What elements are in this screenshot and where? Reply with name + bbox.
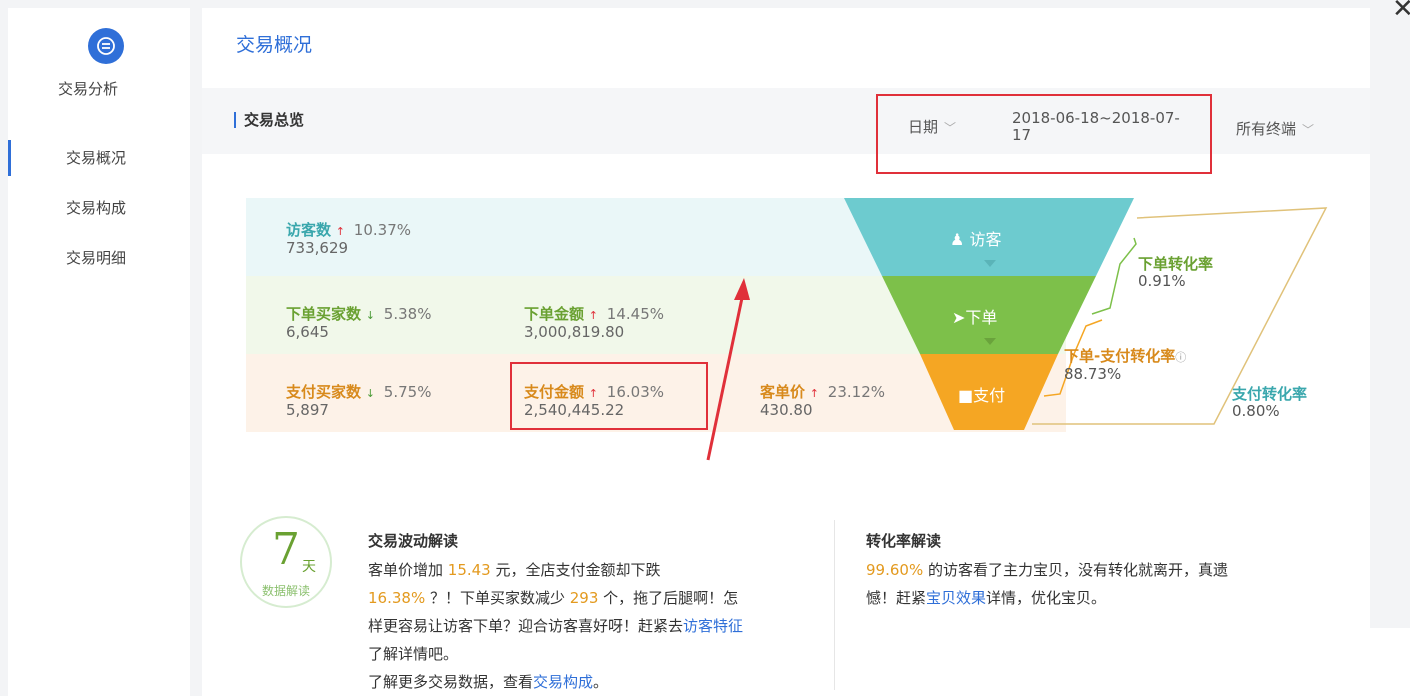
funnel-graphic <box>706 198 1328 461</box>
visitor-leave-rate: 99.60% <box>866 561 924 579</box>
fluctuation-title: 交易波动解读 <box>368 532 459 550</box>
red-arrow-line <box>706 297 744 461</box>
red-arrow-head <box>734 278 750 300</box>
text: 客单价增加 <box>368 561 448 579</box>
pay-amount-decline: 16.38% <box>368 589 426 607</box>
badge-text: 数据解读 <box>261 584 310 598</box>
fluct-line-1: 客单价增加 15.43 元，全店支付金额却下跌 <box>368 556 828 584</box>
rate-value: 88.73% <box>1064 365 1122 383</box>
funnel-stage-label: 支付 <box>973 386 1006 405</box>
funnel-stage-label: 访客 <box>969 230 1002 249</box>
item-effect-link[interactable]: 宝贝效果 <box>926 589 986 607</box>
pay-rate[interactable]: 支付转化率 0.80% <box>1232 386 1307 420</box>
hammer-icon: ➤ <box>952 308 966 327</box>
text: 。 <box>593 673 609 691</box>
rate-name: 下单转化率 <box>1138 255 1214 273</box>
page-background-patch <box>1370 628 1410 696</box>
sidebar-item-label: 交易构成 <box>66 199 127 217</box>
sidebar: 交易分析 交易概况 交易构成 交易明细 <box>8 8 190 696</box>
funnel-label-order: ➤下单 <box>952 304 997 328</box>
conv-line-2: 憾！赶紧宝贝效果详情，优化宝贝。 <box>866 584 1336 612</box>
close-icon[interactable]: ✕ <box>1392 0 1410 24</box>
rate-name: 支付转化率 <box>1232 385 1308 403</box>
fluct-line-5: 了解更多交易数据，查看交易构成。 <box>368 668 828 696</box>
text: 的访客看了主力宝贝，没有转化就离开，真遗 <box>923 561 1228 579</box>
seven-day-badge: 7 天 数据解读 <box>240 516 332 608</box>
sidebar-item-details[interactable]: 交易明细 <box>8 240 190 276</box>
sidebar-item-overview[interactable]: 交易概况 <box>8 140 190 176</box>
fluct-line-3: 样更容易让访客下单？迎合访客喜好呀！赶紧去访客特征 <box>368 612 828 640</box>
rate-value: 0.91% <box>1138 272 1186 290</box>
user-icon: ♟ <box>950 230 965 249</box>
text: 元，全店支付金额却下跌 <box>490 561 661 579</box>
sidebar-item-label: 交易明细 <box>66 249 127 267</box>
order-pay-rate[interactable]: 下单-支付转化率ⓘ 88.73% <box>1064 348 1186 383</box>
trade-composition-link[interactable]: 交易构成 <box>533 673 593 691</box>
conv-line-1: 99.60% 的访客看了主力宝贝，没有转化就离开，真遗 <box>866 556 1336 584</box>
text: 个，拖了后腿啊！怎 <box>598 589 739 607</box>
funnel-label-pay: ■支付 <box>958 382 1005 406</box>
fluctuation-text: 客单价增加 15.43 元，全店支付金额却下跌 16.38% ？！下单买家数减少… <box>368 556 828 696</box>
unit-price-increase: 15.43 <box>447 561 491 579</box>
logo-glyph <box>97 37 115 55</box>
info-icon[interactable]: ⓘ <box>1175 351 1186 364</box>
buyer-decrease: 293 <box>569 589 599 607</box>
badge-unit: 天 <box>302 559 316 575</box>
text: 了解详情吧。 <box>368 645 459 663</box>
fluct-line-2: 16.38% ？！下单买家数减少 293 个，拖了后腿啊！怎 <box>368 584 828 612</box>
sidebar-title: 交易分析 <box>57 80 118 98</box>
rate-name: 下单-支付转化率 <box>1064 347 1176 365</box>
funnel-stage-label: 下单 <box>965 308 998 327</box>
card-icon: ■ <box>958 386 974 405</box>
text: 了解更多交易数据，查看 <box>368 673 534 691</box>
fluct-line-4: 了解详情吧。 <box>368 640 828 668</box>
text: ？！下单买家数减少 <box>425 589 570 607</box>
divider <box>834 520 835 690</box>
sidebar-item-composition[interactable]: 交易构成 <box>8 190 190 226</box>
sidebar-item-label: 交易概况 <box>66 149 127 167</box>
conversion-title: 转化率解读 <box>866 532 942 550</box>
text: 憾！赶紧 <box>866 589 927 607</box>
badge-number: 7 <box>272 524 300 575</box>
conversion-text: 99.60% 的访客看了主力宝贝，没有转化就离开，真遗 憾！赶紧宝贝效果详情，优… <box>866 556 1336 612</box>
main-panel: 交易概况 交易总览 日期 ﹀ 2018-06-18~2018-07-17 所有终端… <box>202 8 1370 696</box>
trade-analysis-icon <box>88 28 124 64</box>
rate-value: 0.80% <box>1232 402 1280 420</box>
text: 详情，优化宝贝。 <box>986 589 1107 607</box>
order-rate[interactable]: 下单转化率 0.91% <box>1138 256 1213 290</box>
visitor-features-link[interactable]: 访客特征 <box>683 617 743 635</box>
funnel-label-visit: ♟ 访客 <box>950 226 1001 250</box>
text: 样更容易让访客下单？迎合访客喜好呀！赶紧去 <box>368 617 684 635</box>
